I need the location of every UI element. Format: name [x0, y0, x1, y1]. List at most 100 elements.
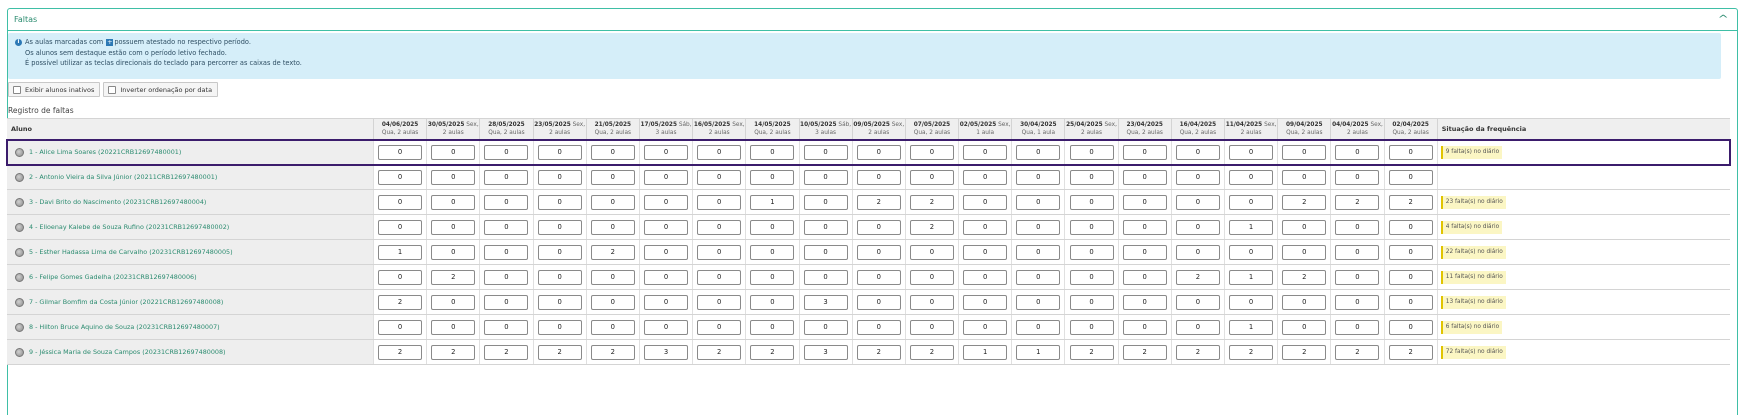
absence-input[interactable]: 0: [1016, 144, 1061, 160]
absence-input[interactable]: 0: [963, 144, 1008, 160]
absence-input[interactable]: 0: [1069, 244, 1114, 260]
student-name-link[interactable]: 3 - Davi Brito do Nascimento (20231CRB12…: [29, 198, 206, 206]
absence-input[interactable]: 3: [644, 344, 689, 360]
absence-input[interactable]: 0: [1229, 194, 1274, 210]
absence-input[interactable]: 0: [1122, 244, 1167, 260]
absence-input[interactable]: 0: [803, 144, 848, 160]
absence-input[interactable]: 0: [431, 144, 476, 160]
absence-input[interactable]: 3: [803, 294, 848, 310]
absence-input[interactable]: 2: [590, 344, 635, 360]
absence-input[interactable]: 1: [1229, 319, 1274, 335]
absence-input[interactable]: 0: [1122, 194, 1167, 210]
absence-input[interactable]: 0: [1388, 169, 1433, 185]
absence-input[interactable]: 0: [909, 244, 954, 260]
absence-input[interactable]: 0: [856, 144, 901, 160]
absence-input[interactable]: 0: [537, 244, 582, 260]
absence-input[interactable]: 0: [644, 269, 689, 285]
absence-input[interactable]: 3: [803, 344, 848, 360]
absence-input[interactable]: 0: [963, 219, 1008, 235]
absence-input[interactable]: 0: [1175, 169, 1220, 185]
absence-input[interactable]: 0: [644, 319, 689, 335]
absence-input[interactable]: 0: [803, 169, 848, 185]
absence-input[interactable]: 2: [431, 269, 476, 285]
absence-input[interactable]: 2: [1282, 269, 1327, 285]
absence-input[interactable]: 2: [378, 344, 423, 360]
reverse-order-button[interactable]: Inverter ordenação por data: [103, 82, 219, 97]
absence-input[interactable]: 0: [378, 144, 423, 160]
absence-input[interactable]: 0: [1282, 169, 1327, 185]
student-avatar-icon[interactable]: [15, 272, 24, 282]
absence-input[interactable]: 0: [963, 194, 1008, 210]
absence-input[interactable]: 0: [697, 244, 742, 260]
absence-input[interactable]: 0: [909, 269, 954, 285]
absence-input[interactable]: 0: [431, 294, 476, 310]
absence-input[interactable]: 0: [590, 319, 635, 335]
student-avatar-icon[interactable]: [15, 147, 24, 157]
absence-input[interactable]: 0: [909, 144, 954, 160]
absence-input[interactable]: 0: [590, 169, 635, 185]
absence-input[interactable]: 0: [1335, 269, 1380, 285]
absence-input[interactable]: 0: [1282, 319, 1327, 335]
absence-input[interactable]: 0: [1016, 269, 1061, 285]
absence-input[interactable]: 1: [963, 344, 1008, 360]
show-inactive-button[interactable]: Exibir alunos inativos: [8, 82, 101, 97]
absence-input[interactable]: 0: [1335, 169, 1380, 185]
absence-input[interactable]: 2: [484, 344, 529, 360]
absence-input[interactable]: 0: [484, 144, 529, 160]
absence-input[interactable]: 0: [856, 219, 901, 235]
absence-input[interactable]: 0: [750, 169, 795, 185]
absence-input[interactable]: 0: [644, 219, 689, 235]
absence-input[interactable]: 2: [431, 344, 476, 360]
student-avatar-icon[interactable]: [15, 172, 24, 182]
absence-input[interactable]: 0: [697, 294, 742, 310]
absence-input[interactable]: 0: [963, 169, 1008, 185]
absence-input[interactable]: 2: [856, 344, 901, 360]
absence-input[interactable]: 1: [1229, 219, 1274, 235]
absence-input[interactable]: 0: [1175, 244, 1220, 260]
absence-input[interactable]: 0: [537, 144, 582, 160]
absence-input[interactable]: 0: [1229, 144, 1274, 160]
absence-input[interactable]: 2: [909, 219, 954, 235]
absence-input[interactable]: 0: [750, 144, 795, 160]
absence-input[interactable]: 2: [1282, 194, 1327, 210]
absence-input[interactable]: 0: [1016, 219, 1061, 235]
absence-input[interactable]: 2: [537, 344, 582, 360]
absence-input[interactable]: 0: [1282, 219, 1327, 235]
absence-input[interactable]: 0: [1335, 144, 1380, 160]
absence-input[interactable]: 0: [1069, 144, 1114, 160]
absence-input[interactable]: 0: [1388, 144, 1433, 160]
absence-input[interactable]: 0: [1122, 269, 1167, 285]
absence-input[interactable]: 2: [697, 344, 742, 360]
absence-input[interactable]: 0: [484, 269, 529, 285]
absence-input[interactable]: 0: [750, 319, 795, 335]
absence-input[interactable]: 0: [644, 294, 689, 310]
absence-input[interactable]: 0: [1229, 169, 1274, 185]
absence-input[interactable]: 0: [750, 294, 795, 310]
student-name-link[interactable]: 6 - Felipe Gomes Gadelha (20231CRB126974…: [29, 273, 197, 281]
absence-input[interactable]: 0: [378, 319, 423, 335]
absence-input[interactable]: 0: [697, 144, 742, 160]
absence-input[interactable]: 0: [1016, 244, 1061, 260]
absence-input[interactable]: 0: [1069, 169, 1114, 185]
absence-input[interactable]: 0: [378, 169, 423, 185]
absence-input[interactable]: 0: [1388, 319, 1433, 335]
absence-input[interactable]: 1: [750, 194, 795, 210]
absence-input[interactable]: 0: [1069, 194, 1114, 210]
absence-input[interactable]: 0: [1069, 319, 1114, 335]
absence-input[interactable]: 0: [803, 319, 848, 335]
absence-input[interactable]: 0: [697, 219, 742, 235]
absence-input[interactable]: 0: [1069, 294, 1114, 310]
absence-input[interactable]: 0: [750, 244, 795, 260]
absence-input[interactable]: 0: [537, 219, 582, 235]
absence-input[interactable]: 2: [1335, 344, 1380, 360]
absence-input[interactable]: 0: [963, 244, 1008, 260]
absence-input[interactable]: 0: [803, 219, 848, 235]
absence-input[interactable]: 2: [750, 344, 795, 360]
absence-input[interactable]: 0: [963, 269, 1008, 285]
absence-input[interactable]: 0: [484, 319, 529, 335]
absence-input[interactable]: 0: [484, 244, 529, 260]
absence-input[interactable]: 0: [590, 144, 635, 160]
student-avatar-icon[interactable]: [15, 247, 24, 257]
absence-input[interactable]: 0: [803, 269, 848, 285]
absence-input[interactable]: 0: [1122, 319, 1167, 335]
